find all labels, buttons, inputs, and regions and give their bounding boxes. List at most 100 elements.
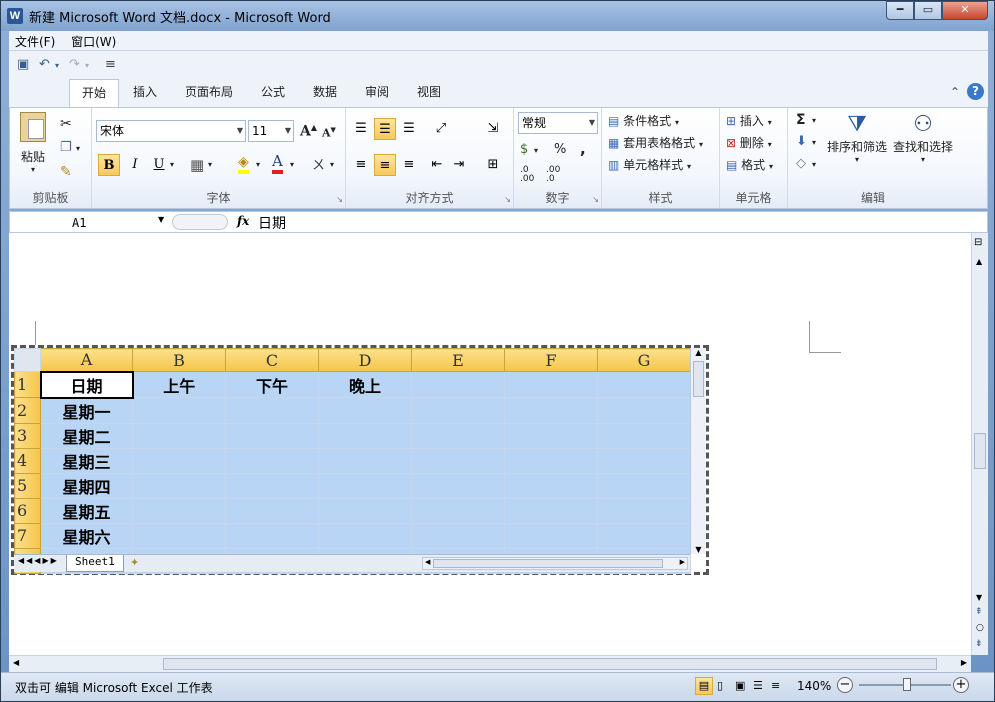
dialog-launcher-icon[interactable]: ↘ — [592, 195, 599, 204]
menu-window[interactable]: 窗口(W) — [65, 31, 122, 52]
paste-button[interactable]: 粘贴 ▾ — [18, 112, 48, 174]
number-format-select[interactable]: 常规 ▼ — [518, 112, 598, 134]
cell-d1[interactable]: 晚上 — [318, 371, 412, 398]
cell-a1[interactable]: 日期 — [39, 370, 134, 399]
currency-dropdown-icon[interactable]: ▾ — [534, 146, 538, 155]
wrap-text-icon[interactable]: ⇲ — [482, 118, 504, 140]
align-bottom-icon[interactable]: ☰ — [398, 118, 420, 140]
fill-dropdown-icon[interactable]: ▾ — [812, 138, 816, 147]
find-select-button[interactable]: ⚇ 查找和选择 ▾ — [892, 112, 954, 164]
sheet-nav-arrows-icon[interactable]: ◀◀◀▶▶ — [18, 556, 59, 565]
cell-d7[interactable] — [318, 522, 412, 549]
font-size-select[interactable]: 11 ▼ — [248, 120, 294, 142]
scroll-down-icon[interactable]: ▼ — [691, 545, 706, 554]
cell-e5[interactable] — [411, 472, 505, 499]
cell-d4[interactable] — [318, 447, 412, 474]
close-button[interactable]: ✕ — [942, 1, 988, 20]
cell-e2[interactable] — [411, 397, 505, 424]
align-top-icon[interactable]: ☰ — [350, 118, 372, 140]
row-header[interactable]: 5 — [14, 472, 41, 499]
cell-b4[interactable] — [132, 447, 226, 474]
zoom-out-icon[interactable]: − — [837, 677, 853, 693]
minimize-button[interactable]: ━ — [886, 1, 914, 20]
underline-button[interactable]: U — [148, 154, 170, 176]
formula-input[interactable]: 日期 — [258, 213, 286, 233]
format-as-table-button[interactable]: ▦ 套用表格格式 ▾ — [608, 134, 703, 151]
cell-a6[interactable]: 星期五 — [40, 497, 133, 524]
row-header[interactable]: 1 — [14, 371, 41, 398]
zoom-in-icon[interactable]: + — [953, 677, 969, 693]
scroll-up-icon[interactable]: ▲ — [691, 348, 706, 357]
column-header-e[interactable]: E — [411, 348, 505, 372]
ruler-toggle-icon[interactable]: ⊟ — [974, 237, 982, 248]
cell-d6[interactable] — [318, 497, 412, 524]
insert-function-icon[interactable]: fx — [237, 214, 249, 228]
cell-f4[interactable] — [504, 447, 598, 474]
cell-g5[interactable] — [597, 472, 691, 499]
grow-font-button[interactable]: A▲ — [300, 122, 317, 140]
save-icon[interactable]: ▣ — [17, 57, 29, 72]
row-header[interactable]: 6 — [14, 497, 41, 524]
tab-page-layout[interactable]: 页面布局 — [173, 79, 245, 107]
undo-dropdown-icon[interactable]: ▾ — [55, 61, 59, 70]
cell-c2[interactable] — [225, 397, 319, 424]
clear-dropdown-icon[interactable]: ▾ — [812, 160, 816, 169]
orientation-icon[interactable]: ⤢ — [430, 118, 452, 140]
scroll-up-icon[interactable]: ▲ — [976, 257, 982, 266]
cell-a5[interactable]: 星期四 — [40, 472, 133, 499]
cut-icon[interactable]: ✂ — [60, 116, 72, 132]
increase-indent-icon[interactable]: ⇥ — [448, 154, 470, 176]
redo-icon[interactable]: ↷ — [69, 57, 80, 72]
cell-g7[interactable] — [597, 522, 691, 549]
cell-d5[interactable] — [318, 472, 412, 499]
cell-g2[interactable] — [597, 397, 691, 424]
column-header-a[interactable]: A — [40, 348, 133, 372]
font-family-select[interactable]: 宋体 ▼ — [96, 120, 246, 142]
borders-icon[interactable]: ▦ — [190, 156, 204, 174]
merge-center-icon[interactable]: ⊞ — [482, 154, 504, 176]
cell-e3[interactable] — [411, 422, 505, 449]
cell-c6[interactable] — [225, 497, 319, 524]
phonetic-dropdown-icon[interactable]: ▾ — [330, 160, 334, 169]
cell-b3[interactable] — [132, 422, 226, 449]
cell-d3[interactable] — [318, 422, 412, 449]
name-box-dropdown-icon[interactable]: ▼ — [158, 215, 164, 224]
conditional-format-button[interactable]: ▤ 条件格式 ▾ — [608, 112, 679, 129]
cell-e4[interactable] — [411, 447, 505, 474]
tab-data[interactable]: 数据 — [301, 79, 349, 107]
name-box[interactable]: A1 — [12, 214, 172, 232]
column-header-b[interactable]: B — [132, 348, 226, 372]
format-painter-icon[interactable]: ✎ — [60, 164, 72, 180]
format-cells-button[interactable]: ▤ 格式 ▾ — [726, 156, 773, 173]
outline-view-icon[interactable]: ☰ — [753, 679, 763, 692]
align-center-icon[interactable]: ≡ — [374, 154, 396, 176]
ribbon-minimize-icon[interactable]: ⌃ — [950, 85, 960, 99]
customize-qat-icon[interactable]: ≡ — [105, 57, 116, 72]
scroll-right-icon[interactable]: ▶ — [680, 558, 685, 566]
maximize-button[interactable]: ▭ — [914, 1, 942, 20]
row-header[interactable]: 4 — [14, 447, 41, 474]
document-horizontal-scrollbar[interactable]: ◀ ▶ — [9, 655, 971, 672]
menu-file[interactable]: 文件(F) — [9, 31, 61, 52]
align-middle-icon[interactable]: ☰ — [374, 118, 396, 140]
cell-f5[interactable] — [504, 472, 598, 499]
insert-cells-button[interactable]: ⊞ 插入 ▾ — [726, 112, 772, 129]
decrease-decimal-icon[interactable]: .00.0 — [546, 166, 560, 184]
embedded-vertical-scrollbar[interactable]: ▲ ▼ — [690, 348, 706, 554]
scroll-thumb[interactable] — [433, 559, 663, 568]
tab-home[interactable]: 开始 — [69, 79, 120, 108]
cell-d2[interactable] — [318, 397, 412, 424]
full-screen-reading-icon[interactable]: ▯ — [717, 679, 723, 692]
align-right-icon[interactable]: ≡ — [398, 154, 420, 176]
sort-filter-button[interactable]: ⧩ 排序和筛选 ▾ — [826, 112, 888, 164]
decrease-indent-icon[interactable]: ⇤ — [426, 154, 448, 176]
print-layout-icon[interactable]: ▤ — [695, 677, 713, 695]
paste-dropdown-icon[interactable]: ▾ — [18, 165, 48, 174]
tab-review[interactable]: 审阅 — [353, 79, 401, 107]
bold-button[interactable]: B — [98, 154, 120, 176]
font-color-dropdown-icon[interactable]: ▾ — [290, 160, 294, 169]
cell-b1[interactable]: 上午 — [132, 371, 226, 398]
clear-icon[interactable]: ◇ — [796, 156, 806, 171]
cell-c3[interactable] — [225, 422, 319, 449]
column-header-g[interactable]: G — [597, 348, 691, 372]
